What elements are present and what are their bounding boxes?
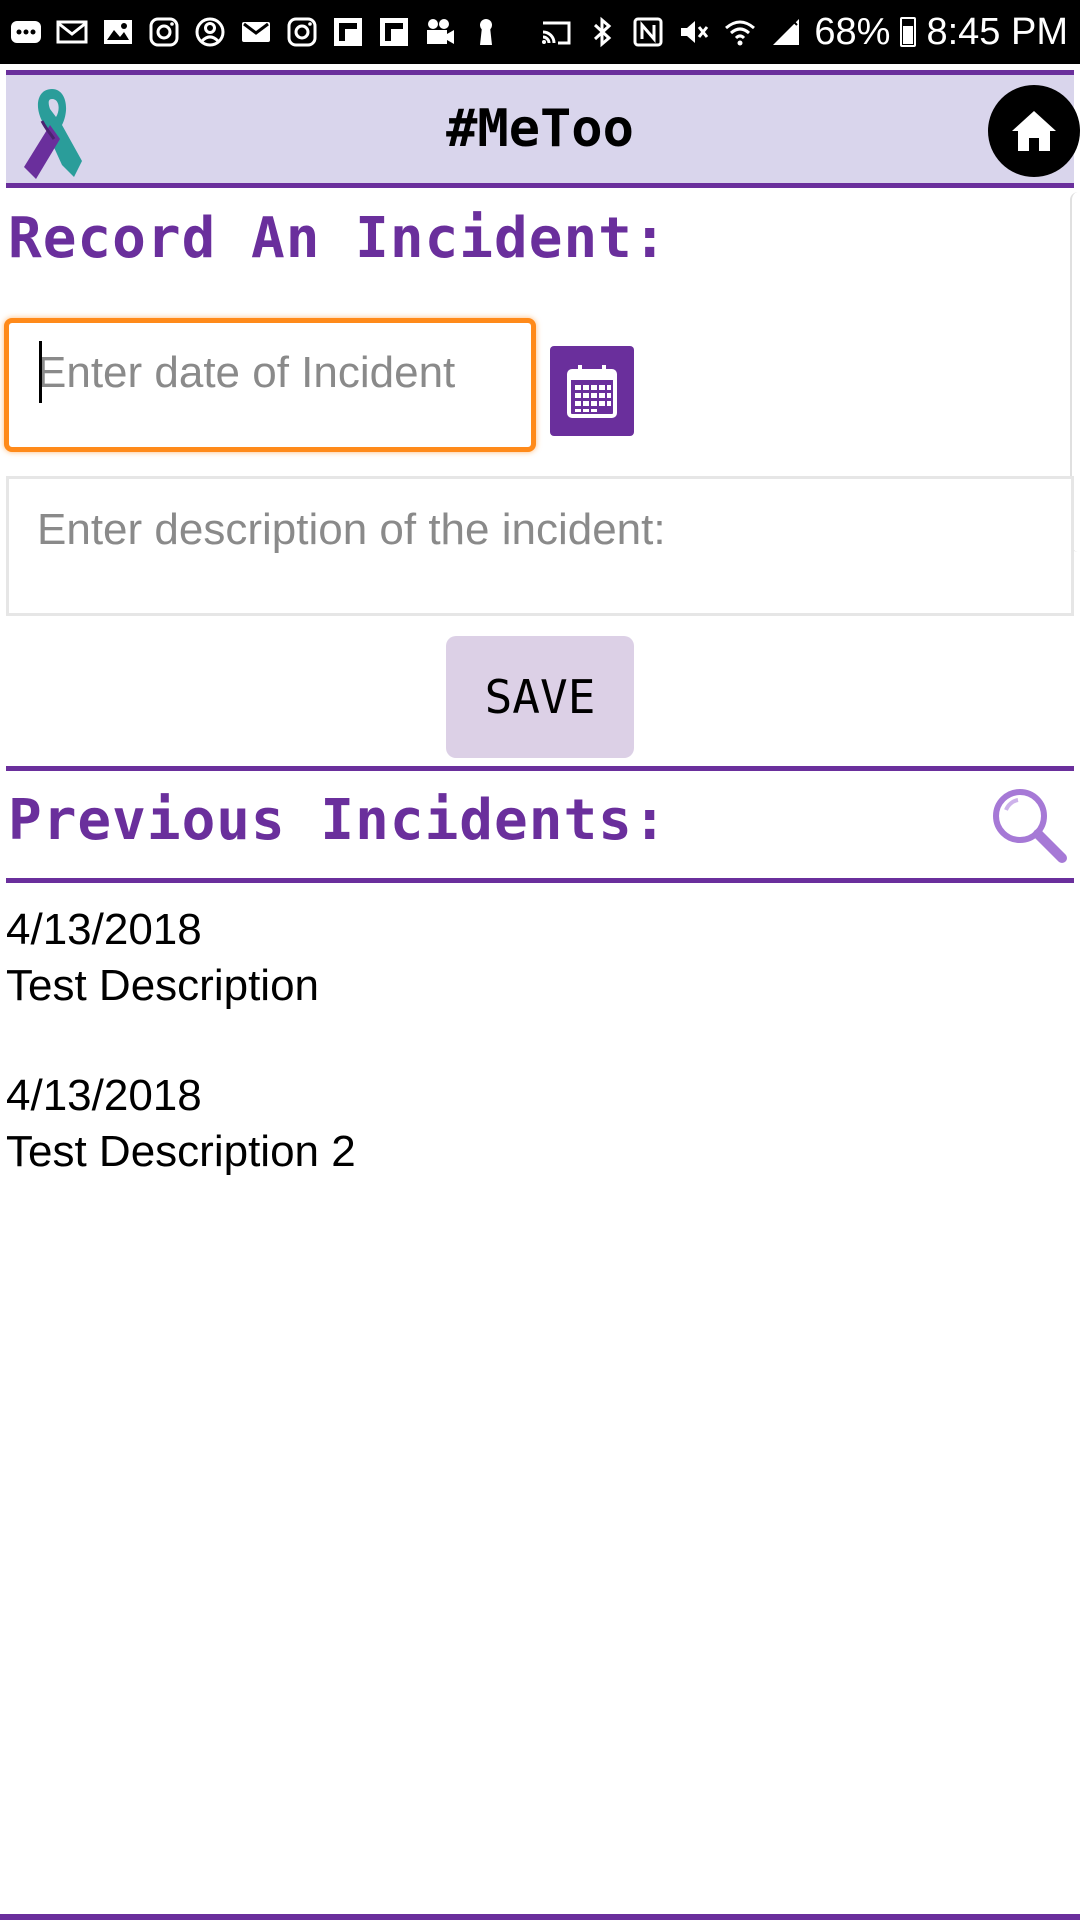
incident-list: 4/13/2018 Test Description 4/13/2018 Tes… <box>6 902 1066 1234</box>
search-icon <box>993 789 1067 863</box>
incident-date: 4/13/2018 <box>6 905 202 954</box>
calendar-icon <box>567 365 617 418</box>
incident-description-field[interactable] <box>6 476 1074 616</box>
nfc-icon <box>630 15 666 49</box>
section-divider-top <box>6 766 1074 771</box>
battery-percent: 68% <box>814 10 891 53</box>
home-icon <box>1012 111 1056 151</box>
save-button[interactable]: SAVE <box>446 636 634 758</box>
incident-description: Test Description <box>6 961 320 1010</box>
previous-incidents-heading: Previous Incidents: <box>8 788 668 853</box>
incident-date: 4/13/2018 <box>6 1071 202 1120</box>
status-bar: 68% 8:45 PM <box>0 0 1080 64</box>
gmail-icon <box>54 15 90 49</box>
keyhole-icon <box>468 15 504 49</box>
incident-date-input[interactable] <box>37 343 507 403</box>
list-item[interactable]: 4/13/2018 Test Description <box>6 902 1066 1014</box>
app-title: #MeToo <box>446 99 634 159</box>
app-header: #MeToo <box>6 70 1080 188</box>
notification-icons <box>8 15 504 49</box>
wifi-icon <box>722 15 758 49</box>
cast-icon <box>538 15 574 49</box>
home-button[interactable] <box>988 85 1080 177</box>
search-button[interactable] <box>988 784 1068 866</box>
battery-icon <box>900 17 917 47</box>
mute-icon <box>676 15 712 49</box>
instagram-icon-2 <box>284 15 320 49</box>
account-icon <box>192 15 228 49</box>
list-item[interactable]: 4/13/2018 Test Description 2 <box>6 1068 1066 1180</box>
text-cursor <box>39 341 42 403</box>
gallery-icon <box>100 15 136 49</box>
incident-description: Test Description 2 <box>6 1127 356 1176</box>
section-divider-bottom <box>6 878 1074 883</box>
bluetooth-icon <box>584 15 620 49</box>
system-icons: 68% 8:45 PM <box>538 11 1068 54</box>
flipboard-icon <box>330 15 366 49</box>
messages-icon <box>8 15 44 49</box>
incident-date-field[interactable] <box>4 318 536 452</box>
flipboard-icon-2 <box>376 15 412 49</box>
incident-description-input[interactable] <box>37 505 1037 595</box>
calendar-button[interactable] <box>550 346 634 436</box>
instagram-icon <box>146 15 182 49</box>
clock: 8:45 PM <box>926 10 1068 53</box>
email-icon <box>238 15 274 49</box>
record-incident-heading: Record An Incident: <box>8 206 668 271</box>
signal-icon <box>768 15 804 49</box>
video-icon <box>422 15 458 49</box>
bottom-divider <box>0 1914 1080 1920</box>
